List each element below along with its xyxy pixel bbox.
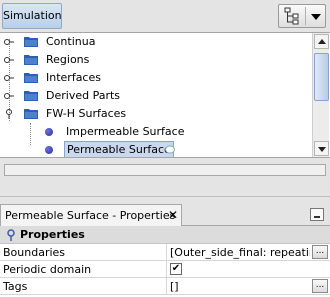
tree-item-fwh-surfaces[interactable]: FW-H Surfaces [0,105,312,123]
pin-icon [7,229,15,241]
property-value[interactable]: [] [170,280,310,293]
property-name: Periodic domain [3,263,92,276]
column-divider [166,261,167,278]
column-divider [166,278,167,295]
folder-icon [24,37,38,47]
tab-label: Permeable Surface - Properties [5,209,176,222]
periodic-domain-checkbox[interactable]: ✔ [170,263,182,275]
tree-item-label: Derived Parts [46,89,121,102]
scroll-thumb[interactable] [314,53,329,101]
properties-section-header[interactable]: Properties [0,226,330,244]
tree-item-label: FW-H Surfaces [46,107,127,120]
expander-icon[interactable] [4,37,14,47]
chevron-down-icon[interactable] [311,14,321,20]
arrow-down-icon [318,147,326,152]
simulation-tree: Continua Regions Interfaces Derived Part… [0,32,330,158]
panel-divider [0,196,330,197]
property-value[interactable]: [Outer_side_final: repeating ... [170,246,310,259]
tree-view-icon[interactable] [282,7,302,25]
edit-boundaries-button[interactable]: ... [312,245,328,259]
property-name: Boundaries [3,246,66,259]
folder-icon [24,73,38,83]
surface-dot-icon [45,128,53,136]
folder-icon [24,91,38,101]
tab-properties[interactable]: Permeable Surface - Properties ✕ [0,204,182,226]
tree-item-interfaces[interactable]: Interfaces [0,69,312,87]
tree-item-label: Permeable Surface [64,141,174,157]
tree-item-continua[interactable]: Continua [0,33,312,51]
tree-vertical-scrollbar[interactable] [312,33,329,157]
tree-item-permeable-surface[interactable]: Permeable Surface [0,141,312,157]
expander-open-icon[interactable] [4,109,14,119]
tree-view-button-group [278,4,326,28]
expander-icon[interactable] [4,73,14,83]
tree-item-regions[interactable]: Regions [0,51,312,69]
properties-table: Boundaries [Outer_side_final: repeating … [0,244,330,297]
expander-icon[interactable] [4,55,14,65]
simulation-button[interactable]: Simulation [2,3,62,29]
scroll-up-button[interactable] [314,34,329,49]
top-toolbar: Simulation [0,0,330,32]
property-name: Tags [3,280,28,293]
tree-footer [0,158,330,202]
tree-horizontal-scrollbar[interactable] [4,164,326,176]
property-row-boundaries[interactable]: Boundaries [Outer_side_final: repeating … [0,244,330,261]
tree-item-impermeable-surface[interactable]: Impermeable Surface [0,123,312,141]
property-row-periodic-domain[interactable]: Periodic domain ✔ [0,261,330,278]
tree-item-derived-parts[interactable]: Derived Parts [0,87,312,105]
scroll-down-button[interactable] [314,141,329,156]
tree-item-label: Impermeable Surface [66,125,185,138]
property-row-tags[interactable]: Tags [] ... [0,278,330,295]
toolbar-separator [305,7,306,25]
surface-dot-icon [45,146,53,154]
folder-icon [24,55,38,65]
comment-bubble-icon [165,145,175,154]
tree-item-label: Interfaces [46,71,101,84]
tree-item-label: Regions [46,53,90,66]
column-divider [166,244,167,261]
arrow-up-icon [318,39,326,44]
properties-tab-bar: Permeable Surface - Properties ✕ [0,202,330,226]
properties-section-label: Properties [20,228,85,241]
edit-tags-button[interactable]: ... [312,279,328,293]
tree-item-label: Continua [46,35,96,48]
expander-icon[interactable] [4,91,14,101]
folder-open-icon [24,109,38,119]
minimize-button[interactable] [310,208,324,221]
close-icon[interactable]: ✕ [168,208,178,222]
